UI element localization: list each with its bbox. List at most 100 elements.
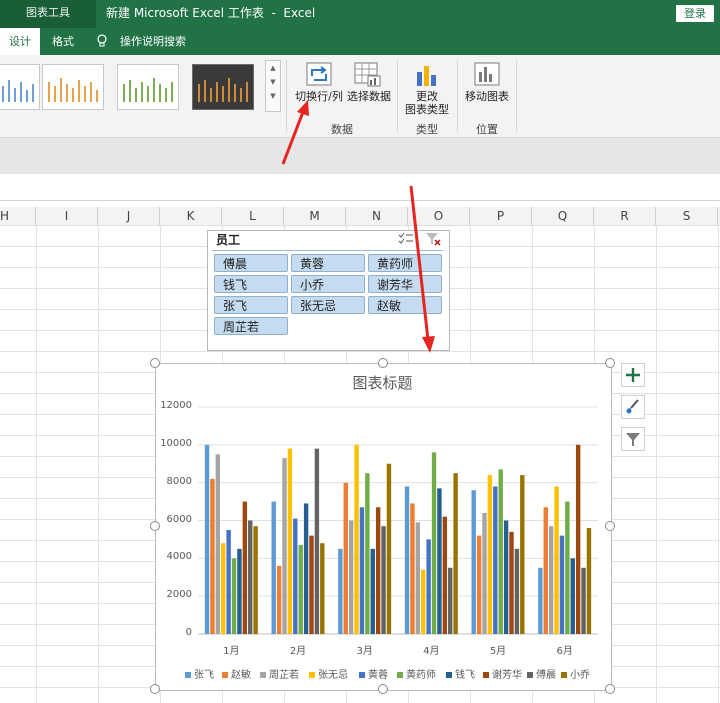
legend-entry[interactable]: 黄药师 (397, 666, 436, 681)
bar-张飞-1月[interactable] (204, 444, 210, 634)
resize-handle[interactable] (150, 358, 160, 368)
bar-黄蓉-1月[interactable] (226, 529, 231, 634)
bar-钱飞-1月[interactable] (237, 548, 242, 634)
resize-handle[interactable] (150, 521, 160, 531)
resize-handle[interactable] (605, 684, 615, 694)
chart-elements-button[interactable] (621, 363, 645, 387)
bar-张无忌-1月[interactable] (221, 543, 226, 634)
bar-赵敏-5月[interactable] (476, 535, 482, 634)
legend-entry[interactable]: 张飞 (185, 666, 214, 681)
legend-swatch (527, 672, 533, 678)
chart-filters-button[interactable] (621, 427, 645, 451)
bar-周芷若-4月[interactable] (415, 522, 421, 634)
bar-黄蓉-3月[interactable] (359, 507, 365, 634)
bar-张飞-2月[interactable] (271, 501, 276, 634)
resize-handle[interactable] (605, 521, 615, 531)
legend-swatch (260, 672, 266, 678)
legend-label: 钱飞 (455, 670, 475, 681)
legend-entry[interactable]: 傅晨 (527, 666, 556, 681)
bar-小乔-2月[interactable] (320, 543, 325, 634)
resize-handle[interactable] (605, 358, 615, 368)
bar-傅晨-3月[interactable] (381, 526, 386, 634)
bar-黄药师-1月[interactable] (231, 558, 237, 634)
bar-黄药师-3月[interactable] (365, 473, 370, 634)
bar-赵敏-6月[interactable] (543, 507, 548, 634)
legend-entry[interactable]: 周芷若 (260, 666, 299, 681)
bar-钱飞-2月[interactable] (303, 503, 309, 634)
bar-钱飞-6月[interactable] (570, 558, 575, 634)
bar-傅晨-2月[interactable] (314, 448, 320, 634)
legend-swatch (309, 672, 315, 678)
chart-styles-button[interactable] (621, 395, 645, 419)
bar-周芷若-1月[interactable] (215, 454, 221, 634)
bar-赵敏-1月[interactable] (210, 478, 215, 634)
bar-黄药师-5月[interactable] (498, 469, 503, 634)
filter-icon (626, 433, 640, 446)
legend-entry[interactable]: 谢芳华 (483, 666, 522, 681)
bar-谢芳华-3月[interactable] (375, 507, 381, 634)
bar-张飞-6月[interactable] (538, 567, 543, 634)
bar-傅晨-4月[interactable] (448, 567, 453, 634)
legend-label: 赵敏 (231, 670, 251, 681)
bar-傅晨-5月[interactable] (514, 548, 520, 634)
bar-赵敏-4月[interactable] (410, 503, 415, 634)
legend-entry[interactable]: 黄蓉 (359, 666, 388, 681)
bar-谢芳华-5月[interactable] (509, 531, 514, 634)
resize-handle[interactable] (377, 358, 388, 368)
bar-张无忌-4月[interactable] (421, 569, 426, 634)
bar-周芷若-6月[interactable] (548, 526, 554, 634)
bar-周芷若-2月[interactable] (282, 458, 287, 634)
bar-谢芳华-6月[interactable] (575, 444, 581, 634)
bar-小乔-6月[interactable] (586, 528, 592, 634)
bar-黄药师-6月[interactable] (565, 501, 570, 634)
bar-黄蓉-5月[interactable] (493, 486, 498, 634)
legend-entry[interactable]: 张无忌 (309, 666, 348, 681)
bar-张飞-4月[interactable] (404, 486, 410, 634)
bar-黄蓉-6月[interactable] (559, 535, 565, 634)
bar-谢芳华-4月[interactable] (442, 516, 448, 634)
legend-entry[interactable]: 钱飞 (446, 666, 475, 681)
legend-entry[interactable]: 小乔 (561, 666, 590, 681)
bar-小乔-4月[interactable] (453, 473, 458, 634)
bar-黄蓉-4月[interactable] (426, 539, 431, 634)
resize-handle[interactable] (377, 684, 388, 694)
bar-周芷若-5月[interactable] (482, 512, 487, 634)
bar-钱飞-5月[interactable] (503, 520, 509, 635)
bar-小乔-3月[interactable] (386, 463, 392, 634)
legend-swatch (446, 672, 452, 678)
bar-谢芳华-2月[interactable] (309, 535, 314, 634)
legend-swatch (222, 672, 228, 678)
bar-赵敏-3月[interactable] (343, 482, 348, 634)
bar-张无忌-5月[interactable] (487, 475, 493, 634)
bar-张飞-3月[interactable] (338, 548, 343, 634)
bar-张飞-5月[interactable] (471, 490, 476, 634)
bar-张无忌-3月[interactable] (354, 444, 359, 634)
bar-赵敏-2月[interactable] (276, 565, 282, 634)
legend-entry[interactable]: 赵敏 (222, 666, 251, 681)
plus-icon (626, 368, 640, 382)
bar-黄蓉-2月[interactable] (293, 518, 298, 634)
bar-傅晨-6月[interactable] (581, 567, 586, 634)
bar-黄药师-2月[interactable] (298, 545, 303, 634)
paintbrush-icon (626, 399, 639, 414)
legend-swatch (397, 672, 403, 678)
bar-谢芳华-1月[interactable] (242, 501, 248, 634)
bar-傅晨-1月[interactable] (248, 520, 253, 635)
bar-张无忌-6月[interactable] (554, 486, 559, 634)
bar-小乔-1月[interactable] (253, 526, 258, 634)
bar-张无忌-2月[interactable] (287, 448, 293, 634)
bar-周芷若-3月[interactable] (348, 520, 354, 635)
bar-黄药师-4月[interactable] (431, 452, 437, 634)
legend-label: 张无忌 (318, 670, 348, 681)
legend-swatch (483, 672, 489, 678)
chart-plot (198, 406, 598, 635)
bar-钱飞-4月[interactable] (437, 488, 442, 634)
bar-钱飞-3月[interactable] (370, 548, 375, 634)
legend-swatch (359, 672, 365, 678)
resize-handle[interactable] (150, 684, 160, 694)
legend-label: 谢芳华 (492, 670, 522, 681)
legend-label: 小乔 (570, 670, 590, 681)
bar-小乔-5月[interactable] (520, 475, 525, 634)
legend-label: 傅晨 (536, 670, 556, 681)
legend-label: 周芷若 (269, 670, 299, 681)
